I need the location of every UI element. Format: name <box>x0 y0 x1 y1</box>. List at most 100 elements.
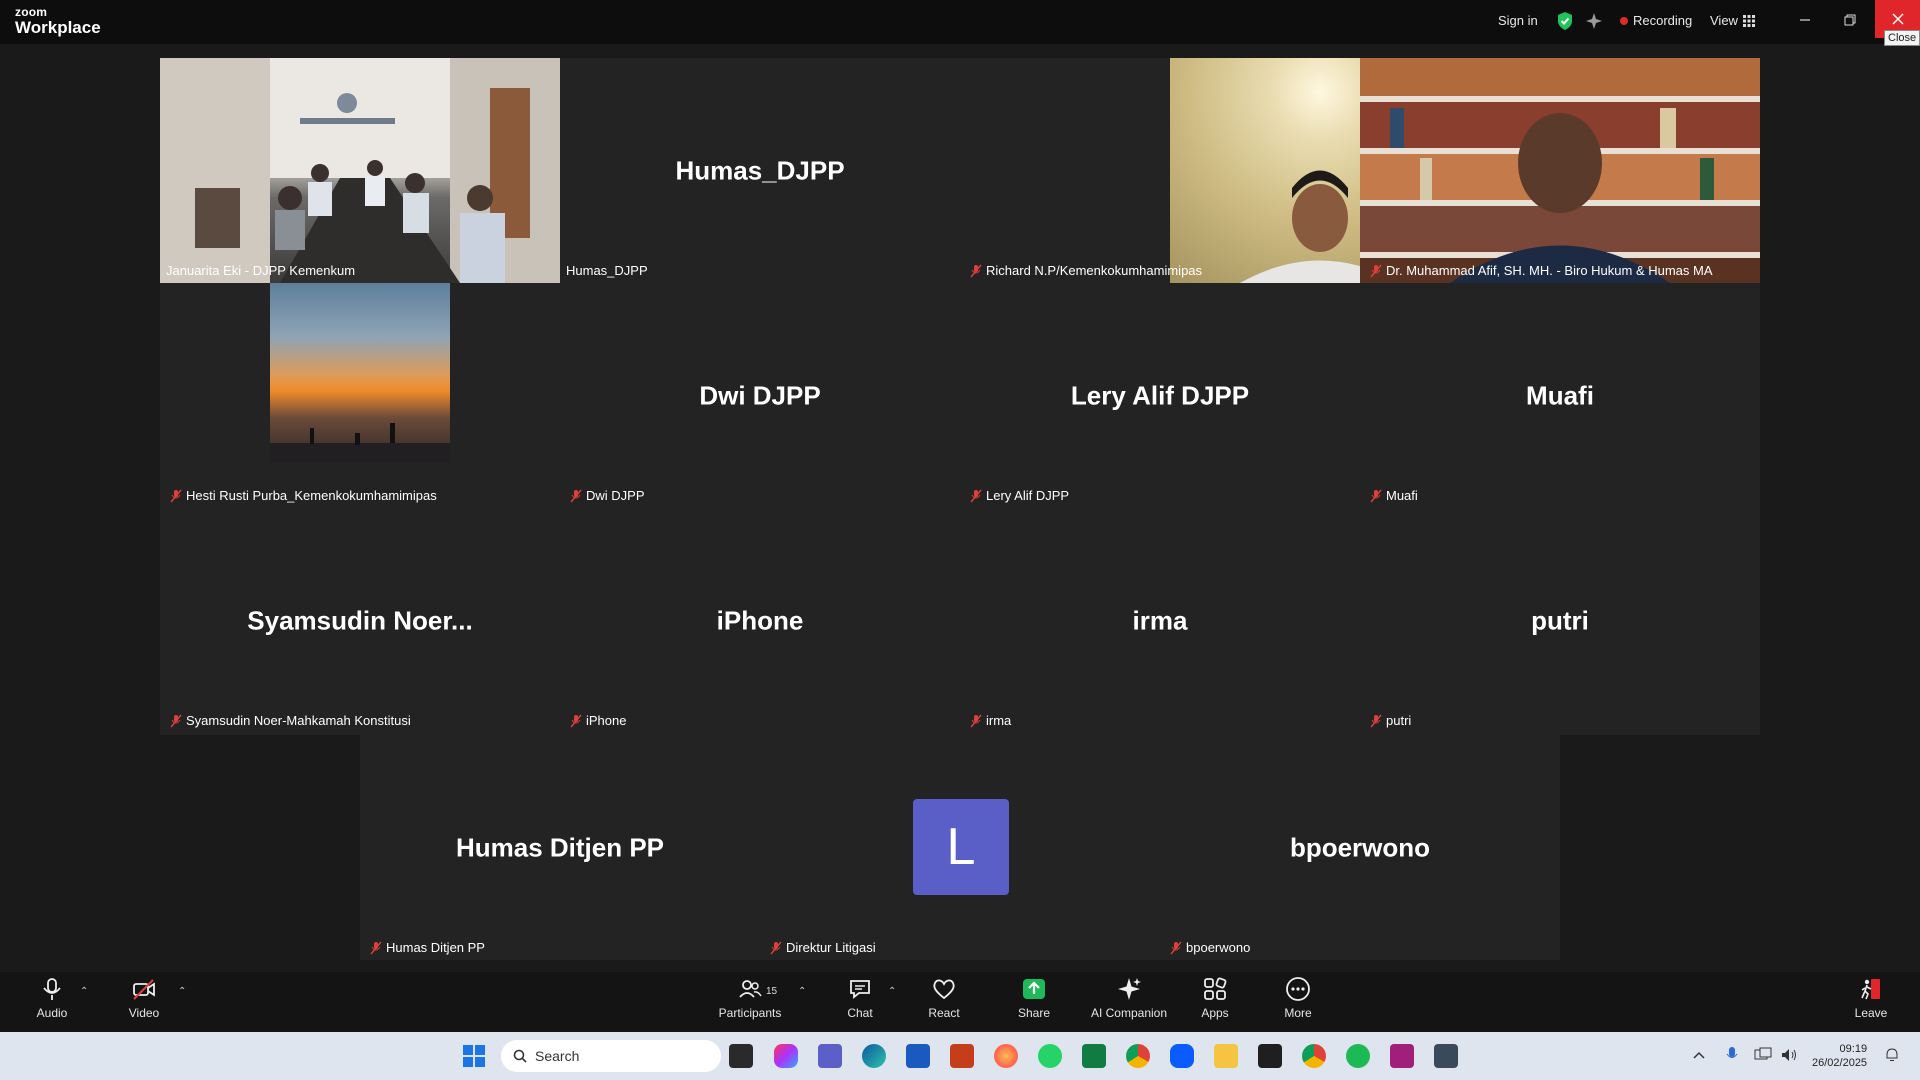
shield-icon[interactable] <box>1556 11 1574 31</box>
title-bar: zoom Workplace Sign in Recording View Cl… <box>0 0 1920 46</box>
task-view-icon[interactable] <box>729 1044 753 1068</box>
zoom-logo: zoom Workplace <box>15 6 101 36</box>
participant-display-name: Dwi DJPP <box>699 380 821 410</box>
minimize-icon[interactable] <box>1795 10 1815 30</box>
word-icon[interactable] <box>906 1044 930 1068</box>
recording-dot-icon <box>1620 16 1628 25</box>
windows-start-icon[interactable] <box>462 1044 486 1068</box>
taskbar-search[interactable]: Search <box>501 1040 721 1072</box>
close-tooltip: Close <box>1884 30 1920 46</box>
ai-companion-button[interactable]: AI Companion <box>1089 976 1169 1020</box>
participant-name: Muafi <box>1386 488 1418 503</box>
excel-icon[interactable] <box>1082 1044 1106 1068</box>
microphone-icon <box>43 978 61 1000</box>
participant-name: irma <box>986 713 1012 728</box>
tile-humas-djpp[interactable]: Humas_DJPP Humas_DJPP <box>560 58 960 283</box>
mic-muted-icon <box>1170 941 1182 954</box>
tile-afif[interactable]: Dr. Muhammad Afif, SH. MH. - Biro Hukum … <box>1360 58 1760 283</box>
tile-dwi[interactable]: Dwi DJPP Dwi DJPP <box>560 283 960 508</box>
sunset-avatar-image <box>270 283 450 463</box>
sign-in-link[interactable]: Sign in <box>1498 13 1538 28</box>
tile-richard[interactable]: Richard N.P/Kemenkokumhamimipas <box>960 58 1360 283</box>
chrome-icon[interactable] <box>1126 1044 1150 1068</box>
participant-label: Syamsudin Noer-Mahkamah Konstitusi <box>166 711 415 730</box>
participant-display-name: Lery Alif DJPP <box>1070 380 1250 410</box>
teams-icon[interactable] <box>818 1044 842 1068</box>
participants-options-chevron-icon[interactable]: ⌃ <box>798 986 806 997</box>
sticky-notes-icon[interactable] <box>1258 1044 1282 1068</box>
leave-button[interactable]: Leave <box>1831 976 1911 1020</box>
more-button[interactable]: More <box>1258 976 1338 1020</box>
tile-humas-ditjen[interactable]: Humas Ditjen PP Humas Ditjen PP <box>360 735 760 960</box>
notification-bell-icon[interactable] <box>1884 1047 1900 1063</box>
whatsapp-icon[interactable] <box>1038 1044 1062 1068</box>
firefox-icon[interactable] <box>994 1044 1018 1068</box>
onenote-icon[interactable] <box>1390 1044 1414 1068</box>
zoom-taskbar-icon[interactable] <box>1170 1044 1194 1068</box>
participant-label: bpoerwono <box>1166 938 1254 957</box>
spotify-icon[interactable] <box>1346 1044 1370 1068</box>
chat-button[interactable]: Chat <box>820 976 900 1020</box>
calculator-icon[interactable] <box>1434 1044 1458 1068</box>
audio-options-chevron-icon[interactable]: ⌃ <box>80 986 88 997</box>
tray-microphone-icon[interactable] <box>1725 1046 1739 1064</box>
tile-putri[interactable]: putri putri <box>1360 508 1760 733</box>
participant-name: Januarita Eki - DJPP Kemenkum <box>166 263 356 278</box>
participant-label: Lery Alif DJPP <box>966 486 1073 505</box>
meeting-room-video <box>160 58 560 283</box>
powerpoint-icon[interactable] <box>950 1044 974 1068</box>
audio-button[interactable]: Audio <box>12 976 92 1020</box>
search-icon <box>513 1049 527 1063</box>
tile-bpoerwono[interactable]: bpoerwono bpoerwono <box>1160 735 1560 960</box>
tile-direktur[interactable]: L Direktur Litigasi <box>760 735 1160 960</box>
view-button[interactable]: View <box>1710 13 1755 28</box>
copilot-icon[interactable] <box>774 1044 798 1068</box>
mic-muted-icon <box>170 714 182 727</box>
participant-name: Humas Ditjen PP <box>386 940 485 955</box>
file-explorer-icon[interactable] <box>1214 1044 1238 1068</box>
react-button[interactable]: React <box>904 976 984 1020</box>
participants-count: 15 <box>766 986 778 997</box>
chrome-profile-icon[interactable] <box>1302 1044 1326 1068</box>
tile-iphone[interactable]: iPhone iPhone <box>560 508 960 733</box>
person-illustration <box>1240 170 1360 283</box>
sparkle-icon[interactable] <box>1585 12 1603 30</box>
tile-lery[interactable]: Lery Alif DJPP Lery Alif DJPP <box>960 283 1360 508</box>
tile-hesti[interactable]: Hesti Rusti Purba_Kemenkokumhamimipas <box>160 283 560 508</box>
mic-muted-icon <box>1370 714 1382 727</box>
mic-muted-icon <box>370 941 382 954</box>
participant-name: Richard N.P/Kemenkokumhamimipas <box>986 263 1203 278</box>
participant-label: Humas_DJPP <box>562 261 652 280</box>
tile-muafi[interactable]: Muafi Muafi <box>1360 283 1760 508</box>
video-off-icon <box>133 979 155 1000</box>
mic-muted-icon <box>170 489 182 502</box>
logo-line1: zoom <box>15 5 48 19</box>
audio-label: Audio <box>36 1006 68 1020</box>
participant-name: Humas_DJPP <box>566 263 648 278</box>
network-icon[interactable] <box>1754 1047 1772 1063</box>
share-button[interactable]: Share <box>994 976 1074 1020</box>
windows-taskbar: Search 09:19 26/02/2025 <box>0 1032 1920 1080</box>
tile-irma[interactable]: irma irma <box>960 508 1360 733</box>
chat-options-chevron-icon[interactable]: ⌃ <box>888 986 896 997</box>
close-icon <box>1891 13 1904 25</box>
leave-door-icon <box>1861 979 1880 1000</box>
video-button[interactable]: Video <box>104 976 184 1020</box>
volume-icon[interactable] <box>1780 1047 1798 1063</box>
video-gallery: Januarita Eki - DJPP Kemenkum Humas_DJPP… <box>160 58 1760 735</box>
participant-name: Dr. Muhammad Afif, SH. MH. - Biro Hukum … <box>1386 263 1713 278</box>
tile-januarita[interactable]: Januarita Eki - DJPP Kemenkum <box>160 58 560 283</box>
tile-syamsudin[interactable]: Syamsudin Noer... Syamsudin Noer-Mahkama… <box>160 508 560 733</box>
restore-icon[interactable] <box>1840 10 1860 30</box>
clock-time: 09:19 <box>1839 1043 1868 1055</box>
taskbar-clock[interactable]: 09:19 26/02/2025 <box>1812 1042 1867 1070</box>
participant-label: Januarita Eki - DJPP Kemenkum <box>162 261 359 280</box>
participants-button[interactable]: Participants <box>710 976 790 1020</box>
edge-icon[interactable] <box>862 1044 886 1068</box>
mic-muted-icon <box>970 714 982 727</box>
apps-button[interactable]: Apps <box>1175 976 1255 1020</box>
video-options-chevron-icon[interactable]: ⌃ <box>178 986 186 997</box>
tray-overflow-chevron-icon[interactable] <box>1693 1050 1705 1060</box>
recording-indicator[interactable]: Recording <box>1620 13 1692 28</box>
grid-icon <box>1742 14 1755 27</box>
